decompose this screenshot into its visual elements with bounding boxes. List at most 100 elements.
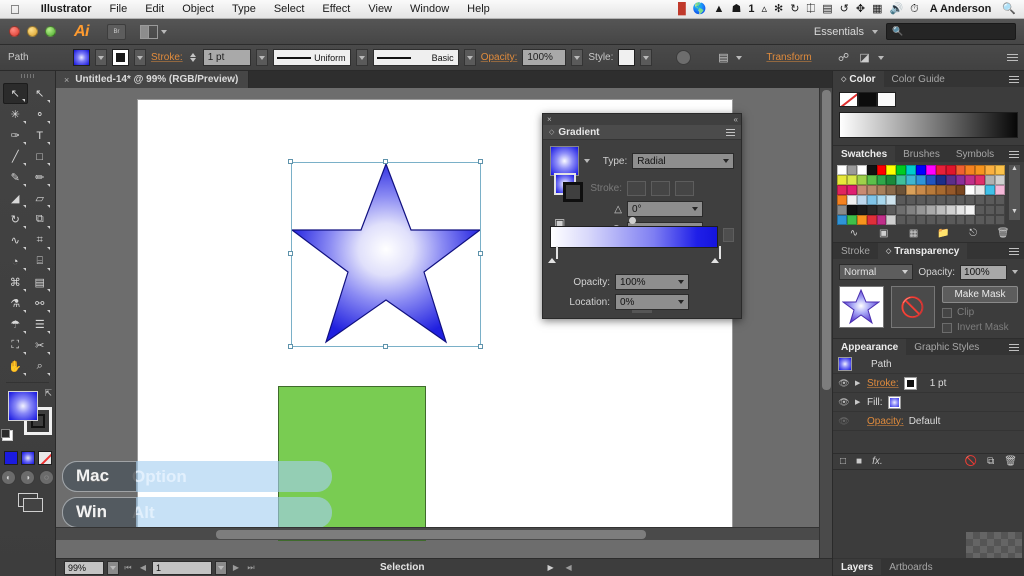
add-new-stroke-icon[interactable]: □ bbox=[840, 456, 846, 467]
tools-panel-grip[interactable] bbox=[0, 71, 55, 81]
swatch-cell[interactable] bbox=[886, 165, 896, 175]
display-icon[interactable]: ▤ bbox=[822, 4, 832, 15]
shape-chevron-down-icon[interactable] bbox=[878, 56, 884, 60]
previous-artboard-icon[interactable]: ◀ bbox=[137, 563, 149, 572]
stroke-weight-label[interactable]: Stroke: bbox=[151, 52, 183, 63]
swatch-cell[interactable] bbox=[906, 195, 916, 205]
artboard-number-field[interactable]: 1 bbox=[152, 561, 212, 575]
swatch-cell[interactable] bbox=[975, 165, 985, 175]
gradient-opacity-field[interactable]: 100% bbox=[615, 274, 689, 290]
draw-inside-icon[interactable]: ◌ bbox=[39, 470, 54, 485]
menu-type[interactable]: Type bbox=[223, 3, 265, 15]
add-new-fill-icon[interactable]: ■ bbox=[856, 456, 862, 467]
swatch-cell[interactable] bbox=[896, 185, 906, 195]
swatch-cell[interactable] bbox=[995, 215, 1005, 225]
swatch-cell[interactable] bbox=[975, 185, 985, 195]
fill-color-swatch[interactable] bbox=[73, 49, 90, 66]
slice-tool[interactable]: ✂ bbox=[28, 335, 53, 356]
expand-triangle-icon[interactable]: ▶ bbox=[855, 398, 862, 406]
artboard-chevron-down-icon[interactable] bbox=[215, 561, 227, 575]
scroll-up-icon[interactable]: ▲ bbox=[1009, 165, 1020, 172]
symbol-sprayer-tool[interactable]: ☂ bbox=[3, 314, 28, 335]
swatch-cell[interactable] bbox=[965, 215, 975, 225]
swatch-cell[interactable] bbox=[886, 215, 896, 225]
swatch-cell[interactable] bbox=[896, 175, 906, 185]
eyedropper-tool[interactable]: ⚗ bbox=[3, 293, 28, 314]
zoom-level-field[interactable]: 99% bbox=[64, 561, 104, 575]
close-window-button[interactable] bbox=[9, 26, 20, 37]
horizontal-scrollbar[interactable] bbox=[56, 527, 819, 540]
perspective-grid-tool[interactable]: ⌸ bbox=[28, 251, 53, 272]
swatch-grid[interactable] bbox=[837, 165, 1005, 225]
appearance-stroke-label[interactable]: Stroke: bbox=[867, 378, 899, 389]
fill-color-box[interactable] bbox=[8, 391, 38, 421]
swatch-cell[interactable] bbox=[965, 165, 975, 175]
swatch-cell[interactable] bbox=[926, 175, 936, 185]
visibility-eye-icon[interactable]: 👁 bbox=[838, 378, 850, 389]
black-stroke-chip[interactable] bbox=[904, 377, 917, 390]
pen-tool[interactable]: ✑ bbox=[3, 125, 28, 146]
tab-layers[interactable]: Layers bbox=[833, 559, 881, 575]
selection-handle[interactable] bbox=[383, 159, 388, 164]
gradient-preset-chevron-down-icon[interactable] bbox=[584, 159, 590, 163]
white-swatch[interactable] bbox=[877, 92, 896, 107]
swatch-cell[interactable] bbox=[956, 205, 966, 215]
swatch-cell[interactable] bbox=[867, 185, 877, 195]
zoom-chevron-down-icon[interactable] bbox=[107, 561, 119, 575]
panel-menu-icon[interactable] bbox=[1009, 151, 1019, 158]
volume-icon[interactable]: 🔊 bbox=[889, 4, 903, 15]
blob-brush-tool[interactable]: ◢ bbox=[3, 188, 28, 209]
swatch-cell[interactable] bbox=[956, 185, 966, 195]
shape-builder-tool[interactable]: ◔ bbox=[3, 251, 28, 272]
none-swatch[interactable] bbox=[839, 92, 858, 107]
swatch-cell[interactable] bbox=[985, 205, 995, 215]
swatch-cell[interactable] bbox=[886, 185, 896, 195]
transparency-opacity-value[interactable]: 100% bbox=[960, 265, 1007, 280]
swatch-cell[interactable] bbox=[975, 215, 985, 225]
default-fill-stroke-icon[interactable] bbox=[2, 430, 13, 441]
swatch-cell[interactable] bbox=[906, 205, 916, 215]
swatch-cell[interactable] bbox=[936, 185, 946, 195]
rectangle-tool[interactable]: □ bbox=[28, 146, 53, 167]
swatch-cell[interactable] bbox=[906, 185, 916, 195]
swatch-cell[interactable] bbox=[877, 205, 887, 215]
battery-icon[interactable]: █ bbox=[678, 4, 686, 15]
sync-icon[interactable]: ↻ bbox=[790, 4, 799, 15]
swatch-cell[interactable] bbox=[956, 175, 966, 185]
swatch-cell[interactable] bbox=[877, 185, 887, 195]
gradient-stop-start[interactable] bbox=[548, 247, 557, 259]
column-graph-tool[interactable]: ☰ bbox=[28, 314, 53, 335]
panel-menu-icon[interactable] bbox=[1009, 344, 1019, 351]
transparency-opacity-chevron-down-icon[interactable] bbox=[1012, 270, 1018, 274]
swatch-cell[interactable] bbox=[877, 195, 887, 205]
swatch-cell[interactable] bbox=[896, 195, 906, 205]
menu-object[interactable]: Object bbox=[173, 3, 223, 15]
swatch-cell[interactable] bbox=[926, 195, 936, 205]
selection-handle[interactable] bbox=[478, 251, 483, 256]
delete-stop-icon[interactable] bbox=[723, 228, 734, 242]
clip-checkbox[interactable] bbox=[942, 308, 952, 318]
transparency-mask-thumb[interactable]: 🚫 bbox=[891, 286, 936, 328]
swatch-cell[interactable] bbox=[886, 195, 896, 205]
black-swatch[interactable] bbox=[858, 92, 877, 107]
fill-chevron-down-icon[interactable] bbox=[95, 49, 107, 66]
menu-select[interactable]: Select bbox=[265, 3, 314, 15]
menu-view[interactable]: View bbox=[359, 3, 401, 15]
swatch-cell[interactable] bbox=[946, 205, 956, 215]
gradient-angle-field[interactable]: 0° bbox=[627, 201, 703, 217]
swatch-cell[interactable] bbox=[877, 175, 887, 185]
gradient-mode-button[interactable] bbox=[21, 451, 35, 465]
globe-icon[interactable]: 🌎 bbox=[693, 4, 707, 15]
appearance-object-row[interactable]: Path bbox=[833, 355, 1024, 374]
swatch-cell[interactable] bbox=[837, 175, 847, 185]
swatch-cell[interactable] bbox=[906, 175, 916, 185]
swatch-cell[interactable] bbox=[936, 195, 946, 205]
stroke-weight-chevron-down-icon[interactable] bbox=[256, 49, 268, 66]
swatch-cell[interactable] bbox=[857, 175, 867, 185]
swatch-cell[interactable] bbox=[847, 195, 857, 205]
clock-icon[interactable]: ⏱ bbox=[910, 4, 919, 15]
user-name[interactable]: A Anderson bbox=[926, 3, 996, 15]
swatch-cell[interactable] bbox=[956, 195, 966, 205]
close-icon[interactable]: × bbox=[547, 115, 552, 124]
swatch-cell[interactable] bbox=[867, 205, 877, 215]
